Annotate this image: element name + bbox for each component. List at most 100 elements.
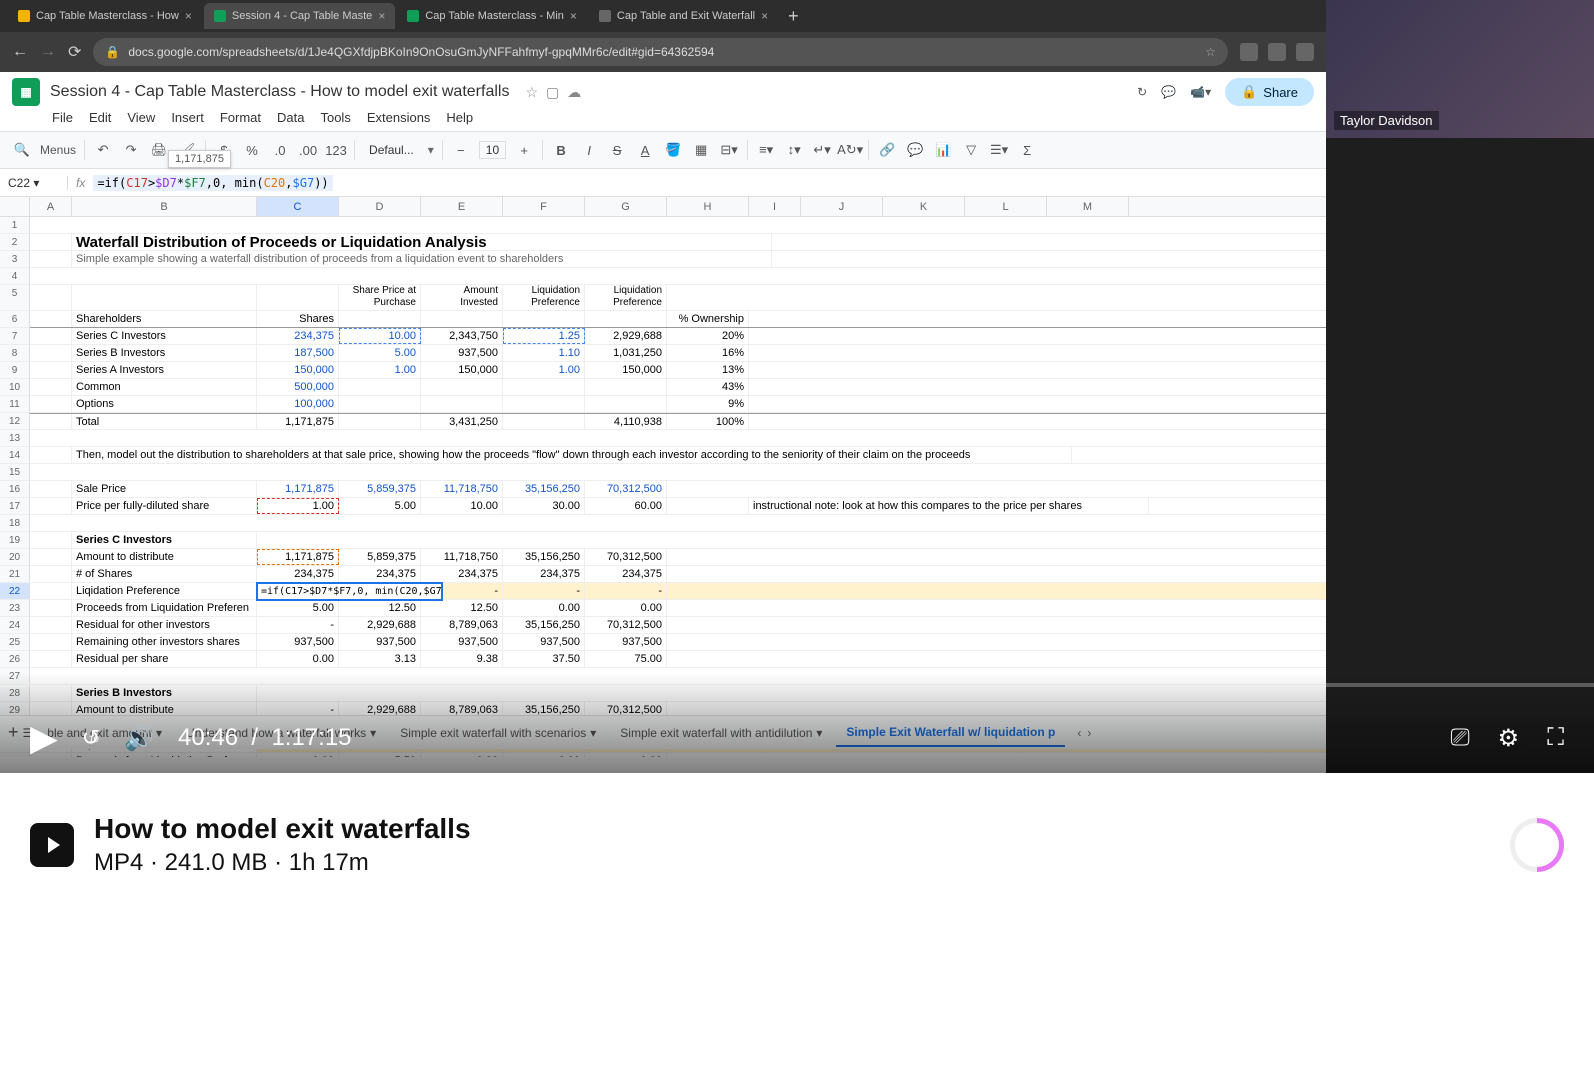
rewind-button[interactable]: ↺10 [82, 725, 100, 751]
decrease-decimal-button[interactable]: .0 [270, 140, 290, 160]
tab-label: Cap Table and Exit Waterfall [617, 10, 755, 22]
formula-input[interactable]: =if(C17>$D7*$F7,0, min(C20,$G7)) [93, 175, 332, 191]
url-text: docs.google.com/spreadsheets/d/1Je4QGXfd… [128, 45, 714, 59]
merge-button[interactable]: ⊟▾ [719, 140, 739, 160]
grid-title: Waterfall Distribution of Proceeds or Li… [72, 234, 772, 250]
menu-edit[interactable]: Edit [89, 110, 111, 125]
wrap-button[interactable]: ↵▾ [812, 140, 832, 160]
move-icon[interactable]: ▢ [546, 84, 559, 101]
strike-button[interactable]: S [607, 140, 627, 160]
star-icon[interactable]: ☆ [525, 84, 538, 101]
undo-button[interactable]: ↶ [93, 140, 113, 160]
reload-button[interactable]: ⟳ [68, 42, 81, 62]
format-123-button[interactable]: 123 [326, 140, 346, 160]
extension-icon[interactable] [1268, 43, 1286, 61]
functions-button[interactable]: Σ [1017, 140, 1037, 160]
menu-view[interactable]: View [127, 110, 155, 125]
col-header[interactable]: M [1047, 197, 1129, 216]
col-header[interactable]: J [801, 197, 883, 216]
close-icon[interactable]: × [761, 9, 768, 23]
history-icon[interactable]: ↻ [1137, 85, 1147, 99]
slides-icon [18, 10, 30, 22]
play-button[interactable]: ▶ [30, 717, 58, 759]
filter-button[interactable]: ▽ [961, 140, 981, 160]
col-header[interactable]: I [749, 197, 801, 216]
valign-button[interactable]: ↕▾ [784, 140, 804, 160]
borders-button[interactable]: ▦ [691, 140, 711, 160]
back-button[interactable]: ← [12, 43, 28, 61]
cell-reference[interactable]: C22 ▾ [0, 176, 68, 190]
rotate-button[interactable]: A↻▾ [840, 140, 860, 160]
settings-icon[interactable]: ⚙ [1498, 724, 1520, 753]
fullscreen-icon[interactable]: ⛶ [1547, 724, 1564, 753]
browser-tab[interactable]: Cap Table Masterclass - How× [8, 3, 202, 29]
decrease-font-button[interactable]: − [451, 140, 471, 160]
increase-decimal-button[interactable]: .00 [298, 140, 318, 160]
cloud-icon[interactable]: ☁ [567, 84, 581, 101]
menu-file[interactable]: File [52, 110, 73, 125]
volume-button[interactable]: 🔊 [124, 724, 154, 753]
sheets-icon [214, 10, 226, 22]
increase-font-button[interactable]: + [514, 140, 534, 160]
col-header[interactable]: L [965, 197, 1047, 216]
document-title[interactable]: Session 4 - Cap Table Masterclass - How … [50, 83, 509, 101]
redo-button[interactable]: ↷ [121, 140, 141, 160]
menu-data[interactable]: Data [277, 110, 304, 125]
menu-extensions[interactable]: Extensions [367, 110, 431, 125]
close-icon[interactable]: × [378, 9, 385, 23]
url-input[interactable]: 🔒 docs.google.com/spreadsheets/d/1Je4QGX… [93, 38, 1228, 66]
comment-icon[interactable]: 💬 [1161, 85, 1176, 99]
col-header[interactable]: G [585, 197, 667, 216]
browser-tab[interactable]: Session 4 - Cap Table Maste× [204, 3, 395, 29]
italic-button[interactable]: I [579, 140, 599, 160]
percent-button[interactable]: % [242, 140, 262, 160]
text-color-button[interactable]: A [635, 140, 655, 160]
comment-button[interactable]: 💬 [905, 140, 925, 160]
close-icon[interactable]: × [185, 9, 192, 23]
cast-icon[interactable]: ⎚ [1450, 724, 1469, 753]
col-header[interactable]: K [883, 197, 965, 216]
menu-insert[interactable]: Insert [171, 110, 204, 125]
col-header[interactable]: H [667, 197, 749, 216]
fill-color-button[interactable]: 🪣 [663, 140, 683, 160]
forward-button[interactable]: → [40, 43, 56, 61]
formula-bar: C22 ▾ fx =if(C17>$D7*$F7,0, min(C20,$G7)… [0, 169, 1326, 197]
col-header[interactable]: B [72, 197, 257, 216]
col-header[interactable]: C [257, 197, 339, 216]
file-meta: MP4 · 241.0 MB · 1h 17m [94, 849, 471, 877]
browser-tab[interactable]: Cap Table and Exit Waterfall × [589, 3, 778, 29]
close-icon[interactable]: × [570, 9, 577, 23]
menu-help[interactable]: Help [446, 110, 473, 125]
menu-format[interactable]: Format [220, 110, 261, 125]
presenter-name: Taylor Davidson [1334, 111, 1439, 130]
progress-indicator[interactable] [1510, 818, 1564, 872]
col-header[interactable]: E [421, 197, 503, 216]
sheets-logo-icon[interactable]: ▦ [12, 78, 40, 106]
chart-button[interactable]: 📊 [933, 140, 953, 160]
extension-icon[interactable] [1240, 43, 1258, 61]
font-select[interactable]: Defaul... [363, 143, 420, 157]
col-header[interactable]: D [339, 197, 421, 216]
link-button[interactable]: 🔗 [877, 140, 897, 160]
share-button[interactable]: 🔒 Share [1225, 78, 1314, 106]
menus-label[interactable]: Menus [40, 143, 76, 157]
video-file-icon [30, 823, 74, 867]
print-button[interactable]: 🖨 [149, 140, 169, 160]
filter-views-button[interactable]: ☰▾ [989, 140, 1009, 160]
search-menus-icon[interactable]: 🔍 [12, 140, 32, 160]
halign-button[interactable]: ≡▾ [756, 140, 776, 160]
extension-icon[interactable] [1296, 43, 1314, 61]
grid-subtitle: Simple example showing a waterfall distr… [72, 251, 772, 267]
extension-icons [1240, 43, 1314, 61]
col-header[interactable]: A [30, 197, 72, 216]
new-tab-button[interactable]: + [788, 6, 799, 27]
bookmark-icon[interactable]: ☆ [1205, 45, 1216, 59]
sheets-icon [407, 10, 419, 22]
browser-tab[interactable]: Cap Table Masterclass - Min× [397, 3, 587, 29]
menu-tools[interactable]: Tools [320, 110, 350, 125]
bold-button[interactable]: B [551, 140, 571, 160]
chevron-down-icon[interactable]: ▾ [428, 143, 434, 157]
font-size-input[interactable]: 10 [479, 141, 506, 159]
meet-icon[interactable]: 📹▾ [1190, 85, 1211, 99]
col-header[interactable]: F [503, 197, 585, 216]
